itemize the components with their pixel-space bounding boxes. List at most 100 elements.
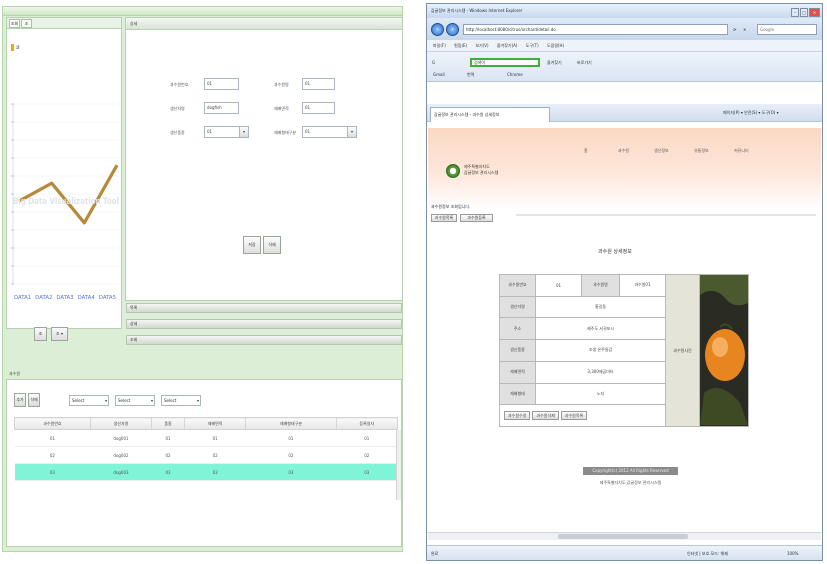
- site-name[interactable]: 제주특별자치도 감귤정보 관리시스템: [464, 164, 498, 176]
- page-divider: [516, 214, 816, 216]
- grid-column-header[interactable]: 재배면적: [183, 417, 247, 430]
- grid-cell: 01: [184, 429, 246, 447]
- detail-form-panel: 상세 과수원번호 01 과수원명 01 생산자명 dogfish 재배면적 01…: [125, 17, 403, 301]
- delete-button[interactable]: 삭제: [263, 236, 281, 254]
- legend-label: 귤: [16, 44, 20, 50]
- grid-column-header[interactable]: 생산자명: [89, 417, 153, 430]
- orchard-name-input[interactable]: 01: [302, 78, 335, 90]
- detail-value: 과수원01: [618, 274, 667, 297]
- grid-filter-select-3-value: Select: [164, 398, 177, 403]
- grid-column-header[interactable]: 품종: [151, 417, 185, 430]
- chart-tab-1[interactable]: 조회: [9, 19, 20, 28]
- table-row[interactable]: 01 dog001 01 01 01 01: [14, 429, 398, 447]
- refresh-icon[interactable]: ⟳: [733, 27, 736, 32]
- orchard-list-button[interactable]: 과수원목록: [431, 214, 457, 222]
- variety-select-value: 01: [207, 129, 213, 134]
- toolbar-item-shortcut[interactable]: 바로가기: [577, 60, 592, 66]
- accordion-bar-list[interactable]: 목록: [126, 303, 402, 313]
- back-to-list-button[interactable]: 과수원목록: [560, 411, 588, 421]
- address-bar[interactable]: http://localhost:8080/citrus/orchard/det…: [463, 24, 728, 35]
- accordion-bar-detail[interactable]: 상세: [126, 319, 402, 329]
- cultivation-select[interactable]: 01 ▾: [302, 126, 357, 138]
- detail-value: 01: [534, 274, 583, 297]
- menu-item-favorites[interactable]: 즐겨찾기(A): [497, 43, 518, 48]
- grid-vertical-scrollbar[interactable]: [396, 430, 401, 500]
- grid-column-header[interactable]: 과수원번호: [14, 417, 91, 430]
- grid-filter-select-3[interactable]: Select ▾: [161, 395, 201, 406]
- edit-orchard-button[interactable]: 과수원수정: [504, 411, 531, 421]
- chart-x-tick-label: DATA1: [14, 295, 31, 301]
- menu-item-tools[interactable]: 도구(T): [526, 43, 539, 48]
- stop-icon[interactable]: ✕: [743, 27, 746, 32]
- menu-item-edit[interactable]: 편집(E): [454, 43, 467, 48]
- table-row[interactable]: 02 dog002 02 02 02 02: [14, 446, 398, 464]
- browser-toolbar: G 검색어 즐겨찾기 바로가기 Gmail 번역 Chrome: [427, 52, 822, 82]
- toolbar-item-chrome[interactable]: Chrome: [507, 72, 523, 77]
- toolbar-search-input[interactable]: 검색어: [470, 58, 540, 67]
- variety-select[interactable]: 01 ▾: [204, 126, 249, 138]
- back-arrow-icon[interactable]: ‹: [431, 23, 444, 36]
- grid-filter-select-2[interactable]: Select ▾: [115, 395, 155, 406]
- search-input[interactable]: Google: [757, 24, 817, 35]
- grid-header-row: 과수원번호 생산자명 품종 재배면적 재배형태구분 등록일자: [14, 417, 399, 430]
- zoom-level[interactable]: 100%: [787, 546, 798, 561]
- orchard-no-input[interactable]: 01: [204, 78, 239, 90]
- delete-row-button[interactable]: 삭제: [28, 393, 40, 407]
- chevron-down-icon: ▾: [196, 398, 199, 403]
- nav-item-distribution[interactable]: 유통정보: [694, 148, 709, 154]
- grid-section-label: 과수원: [9, 371, 21, 376]
- google-toolbar-icon[interactable]: G: [432, 60, 435, 65]
- maximize-icon[interactable]: □: [800, 8, 808, 17]
- save-button[interactable]: 저장: [243, 236, 261, 254]
- toolbar-item-gmail[interactable]: Gmail: [433, 72, 445, 77]
- add-row-button[interactable]: 추가: [14, 393, 26, 407]
- nav-item-home[interactable]: 홈: [584, 148, 588, 154]
- grid-column-header[interactable]: 재배형태구분: [245, 417, 337, 430]
- detail-label: 생산자명: [499, 295, 536, 319]
- orchard-management-app: 조회 조 귤 Big Data Visualization Tool DATA1…: [2, 6, 403, 552]
- chart-option-button[interactable]: 조 ▾: [51, 327, 68, 341]
- nav-item-production[interactable]: 생산정보: [654, 148, 669, 154]
- browser-tab-active[interactable]: 감귤정보 관리시스템 - 과수원 상세정보: [430, 107, 550, 122]
- page-note: 과수원정보 조회입니다.: [431, 204, 471, 209]
- horizontal-scrollbar[interactable]: [428, 532, 821, 540]
- minimize-icon[interactable]: –: [791, 8, 799, 17]
- menu-item-file[interactable]: 파일(F): [433, 43, 446, 48]
- table-row-selected[interactable]: 03 dog003 03 03 03 03: [14, 463, 398, 481]
- nav-item-community[interactable]: 커뮤니티: [734, 148, 749, 154]
- grid-cell: dog003: [90, 463, 152, 481]
- chart-tab-2[interactable]: 조: [21, 19, 32, 28]
- toolbar-item-translate[interactable]: 번역: [467, 72, 474, 78]
- grid-cell: 01: [151, 429, 185, 447]
- detail-label: 과수원사진: [665, 274, 700, 427]
- grid-cell: dog002: [90, 446, 152, 464]
- menu-item-help[interactable]: 도움말(H): [547, 43, 564, 48]
- orchard-register-button[interactable]: 과수원등록: [460, 214, 493, 222]
- nav-item-orchard[interactable]: 과수원: [618, 148, 629, 154]
- grid-cell: 02: [14, 446, 91, 464]
- field-label-orchard-name: 과수원명: [274, 82, 289, 87]
- close-icon[interactable]: ×: [809, 8, 820, 17]
- citrus-logo-icon[interactable]: [446, 164, 460, 178]
- page-tools-menu[interactable]: 페이지(P) ▾ 안전(S) ▾ 도구(O) ▾: [723, 110, 779, 116]
- chart-x-tick-label: DATA4: [78, 295, 95, 301]
- accordion-bar-query[interactable]: 조회: [126, 335, 402, 345]
- forward-arrow-icon[interactable]: ›: [446, 23, 459, 36]
- area-input[interactable]: 01: [302, 102, 335, 114]
- toolbar-item-favorites[interactable]: 즐겨찾기: [547, 60, 562, 66]
- detail-label: 재배면적: [499, 360, 536, 384]
- delete-orchard-button[interactable]: 과수원삭제: [532, 411, 559, 421]
- owner-input[interactable]: dogfish: [204, 102, 239, 114]
- detail-label: 재배형태: [499, 382, 536, 406]
- page-header: 제주특별자치도 감귤정보 관리시스템 홈 과수원 생산정보 유통정보 커뮤니티: [428, 128, 821, 210]
- grid-cell: 01: [336, 429, 398, 447]
- grid-column-header[interactable]: 등록일자: [335, 417, 399, 430]
- detail-label: 과수원명: [581, 274, 620, 297]
- chart-query-button[interactable]: 조: [34, 327, 47, 341]
- grid-filter-select-2-value: Select: [118, 398, 131, 403]
- menu-item-view[interactable]: 보기(V): [475, 43, 488, 48]
- grid-cell: 02: [151, 446, 185, 464]
- scrollbar-thumb[interactable]: [558, 534, 688, 539]
- detail-label: 생산품종: [499, 339, 536, 362]
- grid-filter-select-1[interactable]: Select ▾: [69, 395, 109, 406]
